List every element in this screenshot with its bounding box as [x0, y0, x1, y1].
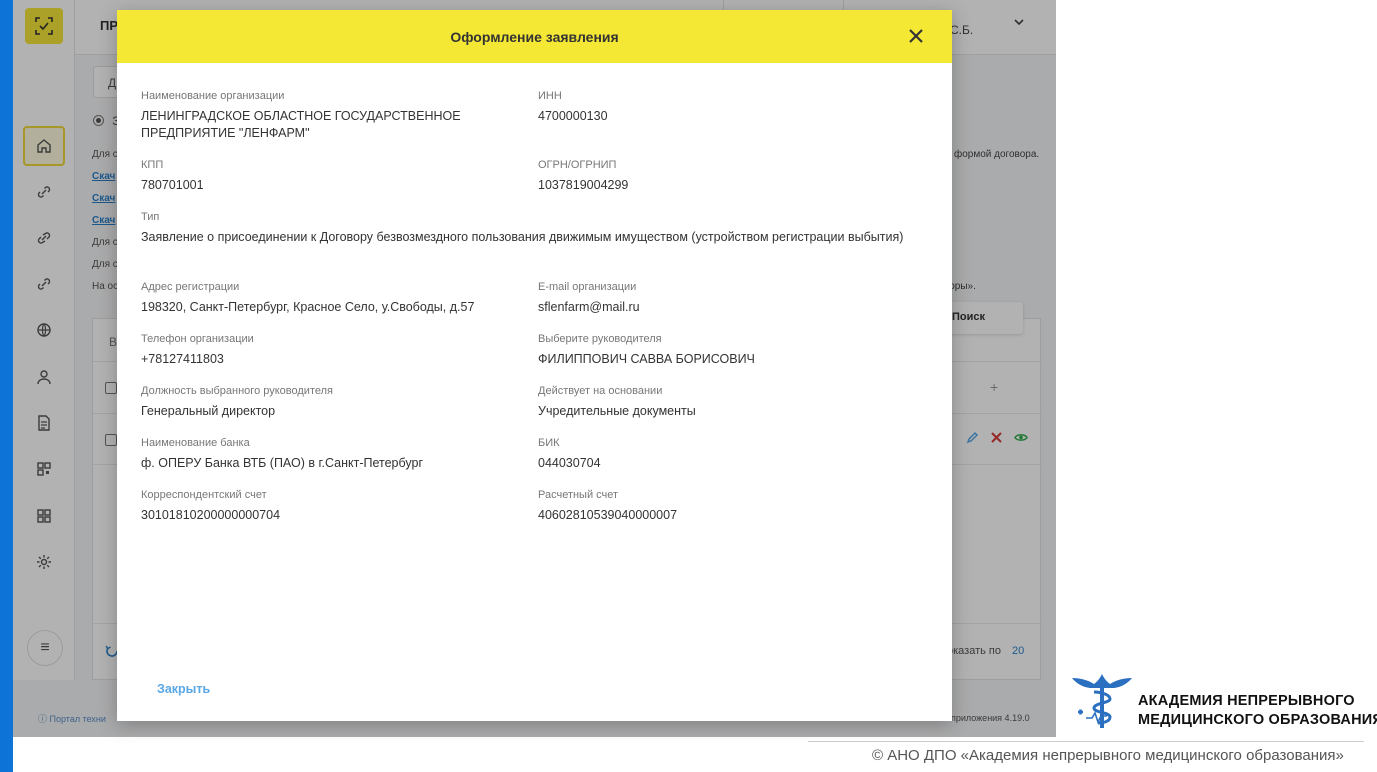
field-value: Генеральный директор — [141, 404, 276, 418]
field-value: +78127411803 — [141, 352, 224, 366]
field-value: 1037819004299 — [538, 178, 629, 192]
field-value: 198320, Санкт-Петербург, Красное Село, у… — [141, 300, 475, 314]
basis-field: Действует на основании Учредительные док… — [538, 384, 918, 420]
head-field: Выберите руководителя ФИЛИППОВИЧ САВВА Б… — [538, 332, 918, 368]
screen: ≡ ПР С.Б. Д З Для с Скач Скач Скач Для с… — [0, 0, 1377, 772]
field-label: Корреспондентский счет — [141, 489, 267, 501]
modal-title: Оформление заявления — [450, 29, 619, 45]
field-label: Должность выбранного руководителя — [141, 385, 333, 397]
address-field: Адрес регистрации 198320, Санкт-Петербур… — [141, 280, 521, 316]
field-label: БИК — [538, 437, 560, 449]
modal-header: Оформление заявления — [117, 10, 952, 63]
field-value: ф. ОПЕРУ Банка ВТБ (ПАО) в г.Санкт-Петер… — [141, 456, 424, 470]
field-value: Учредительные документы — [538, 404, 696, 418]
field-value: ФИЛИППОВИЧ САВВА БОРИСОВИЧ — [538, 352, 755, 366]
close-icon[interactable] — [903, 23, 929, 49]
field-value: ЛЕНИНГРАДСКОЕ ОБЛАСТНОЕ ГОСУДАРСТВЕННОЕ … — [141, 109, 461, 140]
copyright-text: © АНО ДПО «Академия непрерывного медицин… — [872, 747, 1344, 764]
email-field: E-mail организации sflenfarm@mail.ru — [538, 280, 918, 316]
field-label: Действует на основании — [538, 385, 663, 397]
brand-name-line2: МЕДИЦИНСКОГО ОБРАЗОВАНИЯ — [1138, 712, 1377, 728]
divider — [808, 741, 1364, 742]
field-value: 044030704 — [538, 456, 601, 470]
brand-name-line1: АКАДЕМИЯ НЕПРЕРЫВНОГО — [1138, 693, 1355, 709]
field-label: Наименование банка — [141, 437, 250, 449]
phone-field: Телефон организации +78127411803 — [141, 332, 521, 368]
ogrn-field: ОГРН/ОГРНИП 1037819004299 — [538, 158, 918, 194]
org-name-field: Наименование организации ЛЕНИНГРАДСКОЕ О… — [141, 89, 501, 142]
inn-field: ИНН 4700000130 — [538, 89, 918, 125]
field-value: Заявление о присоединении к Договору без… — [141, 230, 904, 244]
kpp-field: КПП 780701001 — [141, 158, 501, 194]
position-field: Должность выбранного руководителя Генера… — [141, 384, 521, 420]
field-value: 30101810200000000704 — [141, 508, 281, 522]
close-button[interactable]: Закрыть — [157, 682, 210, 696]
field-label: ИНН — [538, 90, 562, 102]
field-label: Расчетный счет — [538, 489, 619, 501]
field-label: Адрес регистрации — [141, 281, 240, 293]
account-field: Расчетный счет 40602810539040000007 — [538, 488, 918, 524]
field-label: Тип — [141, 211, 160, 223]
bank-field: Наименование банка ф. ОПЕРУ Банка ВТБ (П… — [141, 436, 521, 472]
corr-account-field: Корреспондентский счет 30101810200000000… — [141, 488, 521, 524]
field-label: Телефон организации — [141, 333, 254, 345]
field-label: КПП — [141, 159, 164, 171]
field-value: sflenfarm@mail.ru — [538, 300, 640, 314]
field-value: 4700000130 — [538, 109, 608, 123]
type-field: Тип Заявление о присоединении к Договору… — [141, 210, 921, 246]
field-label: E-mail организации — [538, 281, 637, 293]
bik-field: БИК 044030704 — [538, 436, 918, 472]
field-value: 780701001 — [141, 178, 204, 192]
application-modal: Оформление заявления Наименование органи… — [117, 10, 952, 721]
left-blue-stripe — [0, 0, 13, 772]
field-label: Выберите руководителя — [538, 333, 662, 345]
academy-logo-icon — [1070, 672, 1134, 730]
field-value: 40602810539040000007 — [538, 508, 678, 522]
field-label: Наименование организации — [141, 90, 285, 102]
field-label: ОГРН/ОГРНИП — [538, 159, 617, 171]
